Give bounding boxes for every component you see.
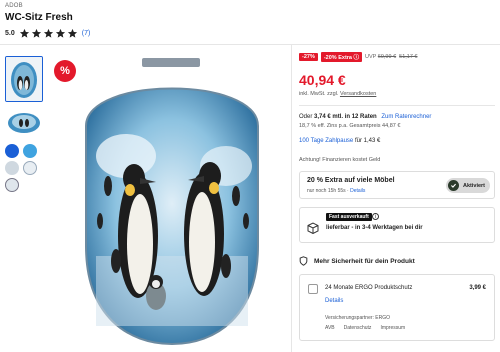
protection-checkbox[interactable]	[308, 284, 318, 294]
main-product-image[interactable]	[76, 56, 268, 346]
installment-amount: 3,74 € mtl. in 12 Raten	[314, 114, 377, 120]
insurance-partner: Versicherungspartner: ERGO	[325, 315, 391, 321]
rate-calculator-link[interactable]: Zum Ratenrechner	[381, 114, 431, 120]
feature-icon-4[interactable]	[23, 161, 37, 175]
thumbnail-1[interactable]	[5, 56, 43, 102]
extra-discount-toggle[interactable]: Aktiviert	[446, 178, 490, 193]
avb-link[interactable]: AVB	[325, 325, 335, 331]
protection-name: 24 Monate ERGO Produktschutz	[325, 285, 413, 291]
extra-discount-title: 20 % Extra auf viele Möbel	[307, 177, 395, 184]
uvp-old-price: 69,99 €	[377, 54, 397, 60]
product-title: WC-Sitz Fresh	[5, 12, 73, 23]
interest-info: 18,7 % eff. Zins p.a. Gesamtpreis 44,87 …	[299, 123, 401, 129]
sale-badge: %	[54, 60, 76, 82]
check-icon	[448, 180, 459, 191]
legal-links: AVB Datenschutz Impressum	[325, 325, 405, 331]
timer-text: nur noch 15h 55s ·	[307, 188, 351, 194]
protection-details-link[interactable]: Details	[325, 298, 343, 304]
rating-score: 5.0	[5, 30, 15, 37]
delivery-text: lieferbar - in 3-4 Werktagen bei dir	[326, 225, 423, 231]
shipping-cost-link[interactable]: Versandkosten	[340, 91, 376, 97]
header-divider	[0, 44, 500, 45]
feature-icon-5[interactable]	[5, 178, 19, 192]
tax-prefix: inkl. MwSt. zzgl.	[299, 91, 340, 97]
installment-prefix: Oder	[299, 114, 315, 120]
feature-icon-3[interactable]	[5, 161, 19, 175]
extra-details-link[interactable]: Details	[350, 188, 365, 194]
protection-offer: 24 Monate ERGO Produktschutz 3,99 € Deta…	[299, 274, 495, 341]
uvp-label: UVP	[365, 54, 377, 60]
feature-icon-2[interactable]	[23, 144, 37, 158]
feature-icon-1[interactable]	[5, 144, 19, 158]
thumbnail-strip	[5, 56, 43, 192]
current-price: 40,94 €	[299, 72, 346, 88]
uvp-price: UVP 69,99 €	[365, 54, 396, 60]
shield-icon	[299, 256, 308, 266]
package-icon	[307, 222, 319, 234]
imprint-link[interactable]: Impressum	[380, 325, 405, 331]
payment-pause: 100 Tage Zahlpause für 1,43 €	[299, 138, 495, 144]
product-brand[interactable]: ADOB	[5, 3, 23, 9]
finance-warning: Achtung! Finanzieren kostet Geld	[299, 157, 381, 163]
low-stock-tag: Fast ausverkauft	[326, 213, 372, 221]
previous-price: 51,17 €	[399, 54, 418, 60]
rating-count-link[interactable]: (7)	[82, 30, 91, 37]
discount-badge: -27%	[299, 53, 318, 61]
payment-pause-link[interactable]: 100 Tage Zahlpause	[299, 138, 353, 144]
star-icon	[67, 28, 77, 38]
protection-heading: Mehr Sicherheit für dein Produkt	[299, 256, 495, 266]
thumbnail-image-1	[6, 57, 42, 101]
privacy-link[interactable]: Datenschutz	[344, 325, 372, 331]
rating-stars	[19, 28, 78, 39]
thumbnail-2[interactable]	[5, 108, 43, 138]
star-icon	[43, 28, 53, 38]
discount-badges: -27% -20% Extra ⓘ UVP 69,99 € 51,17 €	[299, 52, 495, 62]
shipping-box: Fast ausverkauft i lieferbar - in 3-4 We…	[299, 207, 495, 243]
extra-discount-timer: nur noch 15h 55s · Details	[307, 188, 365, 194]
payment-pause-fee: für 1,43 €	[353, 138, 381, 144]
section-divider	[299, 105, 495, 106]
star-icon	[19, 28, 29, 38]
rating-row[interactable]: 5.0 (7)	[5, 28, 90, 39]
protection-price: 3,99 €	[469, 285, 486, 291]
protection-heading-text: Mehr Sicherheit für dein Produkt	[314, 257, 415, 265]
info-icon[interactable]: i	[372, 213, 379, 220]
thumbnail-image-2	[8, 113, 40, 133]
installment-info: Oder 3,74 € mtl. in 12 Raten Zum Ratenre…	[299, 114, 495, 120]
buy-box: -27% -20% Extra ⓘ UVP 69,99 € 51,17 € 40…	[299, 52, 495, 341]
star-icon	[55, 28, 65, 38]
column-divider	[291, 45, 292, 352]
feature-icons	[5, 144, 43, 192]
info-icon[interactable]: ⓘ	[354, 55, 360, 61]
star-icon	[31, 28, 41, 38]
toggle-label: Aktiviert	[463, 182, 486, 189]
extra-discount-box: 20 % Extra auf viele Möbel nur noch 15h …	[299, 171, 495, 199]
extra-discount-label: -20% Extra	[323, 55, 352, 61]
extra-discount-badge[interactable]: -20% Extra ⓘ	[320, 52, 363, 62]
tax-info: inkl. MwSt. zzgl. Versandkosten	[299, 91, 495, 97]
